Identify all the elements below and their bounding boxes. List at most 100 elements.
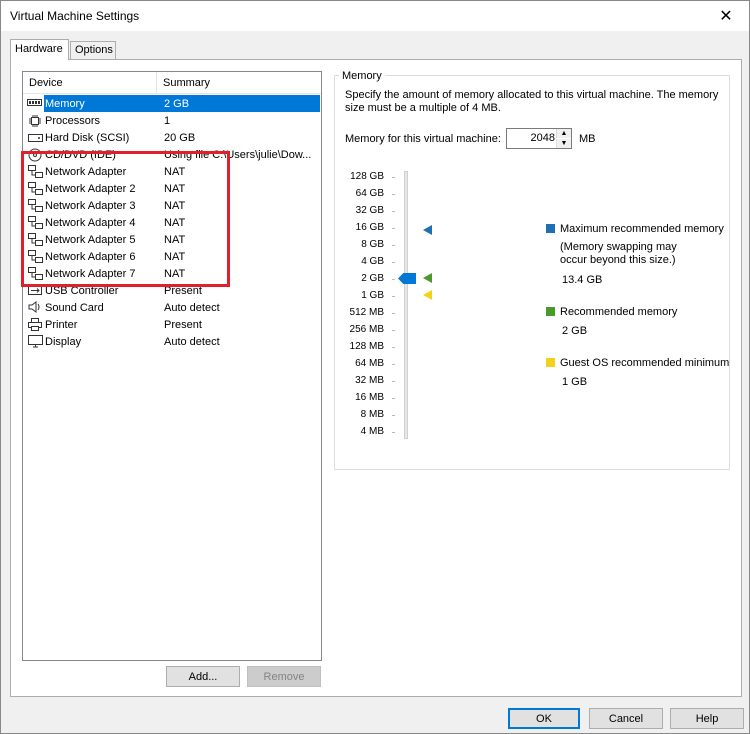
network-adapter-icon	[28, 233, 43, 246]
memory-scale-label: 8 GB	[361, 239, 384, 250]
hard-disk-icon	[28, 131, 43, 144]
device-summary: Auto detect	[164, 301, 220, 314]
device-name: Processors	[45, 114, 101, 127]
device-name: Sound Card	[45, 301, 104, 314]
ok-button[interactable]: OK	[508, 708, 580, 729]
device-summary: NAT	[164, 250, 186, 263]
speaker-icon	[28, 301, 43, 314]
tab-hardware[interactable]: Hardware	[10, 39, 69, 60]
device-cell: Memory	[27, 95, 159, 112]
memory-scale-label: 128 MB	[349, 341, 384, 352]
memory-scale-tick	[392, 330, 395, 331]
column-summary[interactable]: Summary	[163, 77, 210, 89]
device-name: Network Adapter 6	[45, 250, 136, 263]
processor-icon	[28, 114, 43, 127]
memory-scale-label: 64 MB	[355, 358, 384, 369]
device-cell: Network Adapter 2	[28, 180, 158, 197]
usb-icon	[28, 284, 43, 297]
max-legend-label: Maximum recommended memory	[560, 223, 724, 235]
device-cell: Hard Disk (SCSI)	[28, 129, 158, 146]
max-legend-swatch	[546, 224, 555, 233]
memory-scale-tick	[392, 381, 395, 382]
max-legend-note: (Memory swapping may occur beyond this s…	[560, 241, 677, 266]
device-row[interactable]: Memory 2 GB	[24, 95, 321, 112]
spin-up-icon[interactable]: ▲	[556, 129, 571, 138]
device-row[interactable]: Display Auto detect	[24, 333, 321, 350]
memory-scale-tick	[392, 211, 395, 212]
device-cell: USB Controller	[28, 282, 158, 299]
max-legend-value: 13.4 GB	[562, 274, 603, 286]
device-row[interactable]: USB Controller Present	[24, 282, 321, 299]
memory-field-label: Memory for this virtual machine:	[345, 133, 501, 145]
device-summary: Present	[164, 284, 202, 297]
remove-button[interactable]: Remove	[247, 666, 321, 687]
device-row[interactable]: Network Adapter 2 NAT	[24, 180, 321, 197]
device-row[interactable]: Network Adapter 7 NAT	[24, 265, 321, 282]
recommended-marker-icon	[423, 273, 432, 283]
device-list[interactable]: Device Summary Memory 2 GB Processors 1 Hard…	[22, 71, 322, 661]
cancel-button[interactable]: Cancel	[589, 708, 663, 729]
device-summary: 2 GB	[158, 95, 320, 112]
memory-slider-track[interactable]	[404, 171, 408, 439]
device-row[interactable]: Network Adapter 5 NAT	[24, 231, 321, 248]
min-legend-swatch	[546, 358, 555, 367]
help-button[interactable]: Help	[670, 708, 744, 729]
printer-icon	[28, 318, 43, 331]
device-row[interactable]: Network Adapter 3 NAT	[24, 197, 321, 214]
device-name: Network Adapter 4	[45, 216, 136, 229]
device-row[interactable]: Network Adapter NAT	[24, 163, 321, 180]
device-summary: Auto detect	[164, 335, 220, 348]
device-cell: Network Adapter 4	[28, 214, 158, 231]
memory-scale-tick	[392, 313, 395, 314]
device-cell: Network Adapter 5	[28, 231, 158, 248]
memory-scale-tick	[392, 228, 395, 229]
device-row[interactable]: CD/DVD (IDE) Using file C:\Users\julie\Do…	[24, 146, 321, 163]
column-separator[interactable]	[156, 72, 157, 94]
memory-scale-label: 64 GB	[355, 188, 384, 199]
device-row[interactable]: Network Adapter 6 NAT	[24, 248, 321, 265]
memory-scale-tick	[392, 177, 395, 178]
device-row[interactable]: Sound Card Auto detect	[24, 299, 321, 316]
memory-scale-tick	[392, 262, 395, 263]
memory-scale-tick	[392, 245, 395, 246]
memory-input[interactable]: 2048	[507, 129, 557, 148]
device-name: Network Adapter	[45, 165, 127, 178]
monitor-icon	[28, 335, 43, 348]
memory-stepper[interactable]: 2048 ▲ ▼	[506, 128, 572, 149]
memory-scale-label: 32 MB	[355, 375, 384, 386]
column-device[interactable]: Device	[29, 77, 63, 89]
memory-scale-label: 1 GB	[361, 290, 384, 301]
device-row[interactable]: Hard Disk (SCSI) 20 GB	[24, 129, 321, 146]
device-row[interactable]: Printer Present	[24, 316, 321, 333]
device-summary: 20 GB	[164, 131, 196, 144]
memory-scale-tick	[392, 279, 395, 280]
min-legend-value: 1 GB	[562, 376, 588, 388]
device-name: Network Adapter 2	[45, 182, 136, 195]
device-name: CD/DVD (IDE)	[45, 148, 116, 161]
device-row[interactable]: Processors 1	[24, 112, 321, 129]
device-cell: CD/DVD (IDE)	[28, 146, 158, 163]
tab-options[interactable]: Options	[70, 41, 116, 59]
device-cell: Network Adapter	[28, 163, 158, 180]
device-name: Hard Disk (SCSI)	[45, 131, 130, 144]
device-row[interactable]: Network Adapter 4 NAT	[24, 214, 321, 231]
memory-scale-label: 256 MB	[349, 324, 384, 335]
device-list-header: Device Summary	[23, 72, 321, 94]
memory-scale-label: 8 MB	[360, 409, 384, 420]
rec-legend-label: Recommended memory	[560, 306, 678, 318]
device-cell: Network Adapter 3	[28, 197, 158, 214]
device-cell: Processors	[28, 112, 158, 129]
memory-scale-label: 16 GB	[355, 222, 384, 233]
network-adapter-icon	[28, 250, 43, 263]
add-button[interactable]: Add...	[166, 666, 240, 687]
device-cell: Sound Card	[28, 299, 158, 316]
device-name: Display	[45, 335, 82, 348]
network-adapter-icon	[28, 182, 43, 195]
spin-down-icon[interactable]: ▼	[556, 139, 571, 148]
vm-settings-window: Virtual Machine Settings ✕ Hardware Opti…	[0, 0, 750, 734]
network-adapter-icon	[28, 199, 43, 212]
network-adapter-icon	[28, 216, 43, 229]
memory-scale-tick	[392, 364, 395, 365]
close-button[interactable]: ✕	[703, 1, 749, 31]
device-name: Memory	[45, 97, 85, 110]
